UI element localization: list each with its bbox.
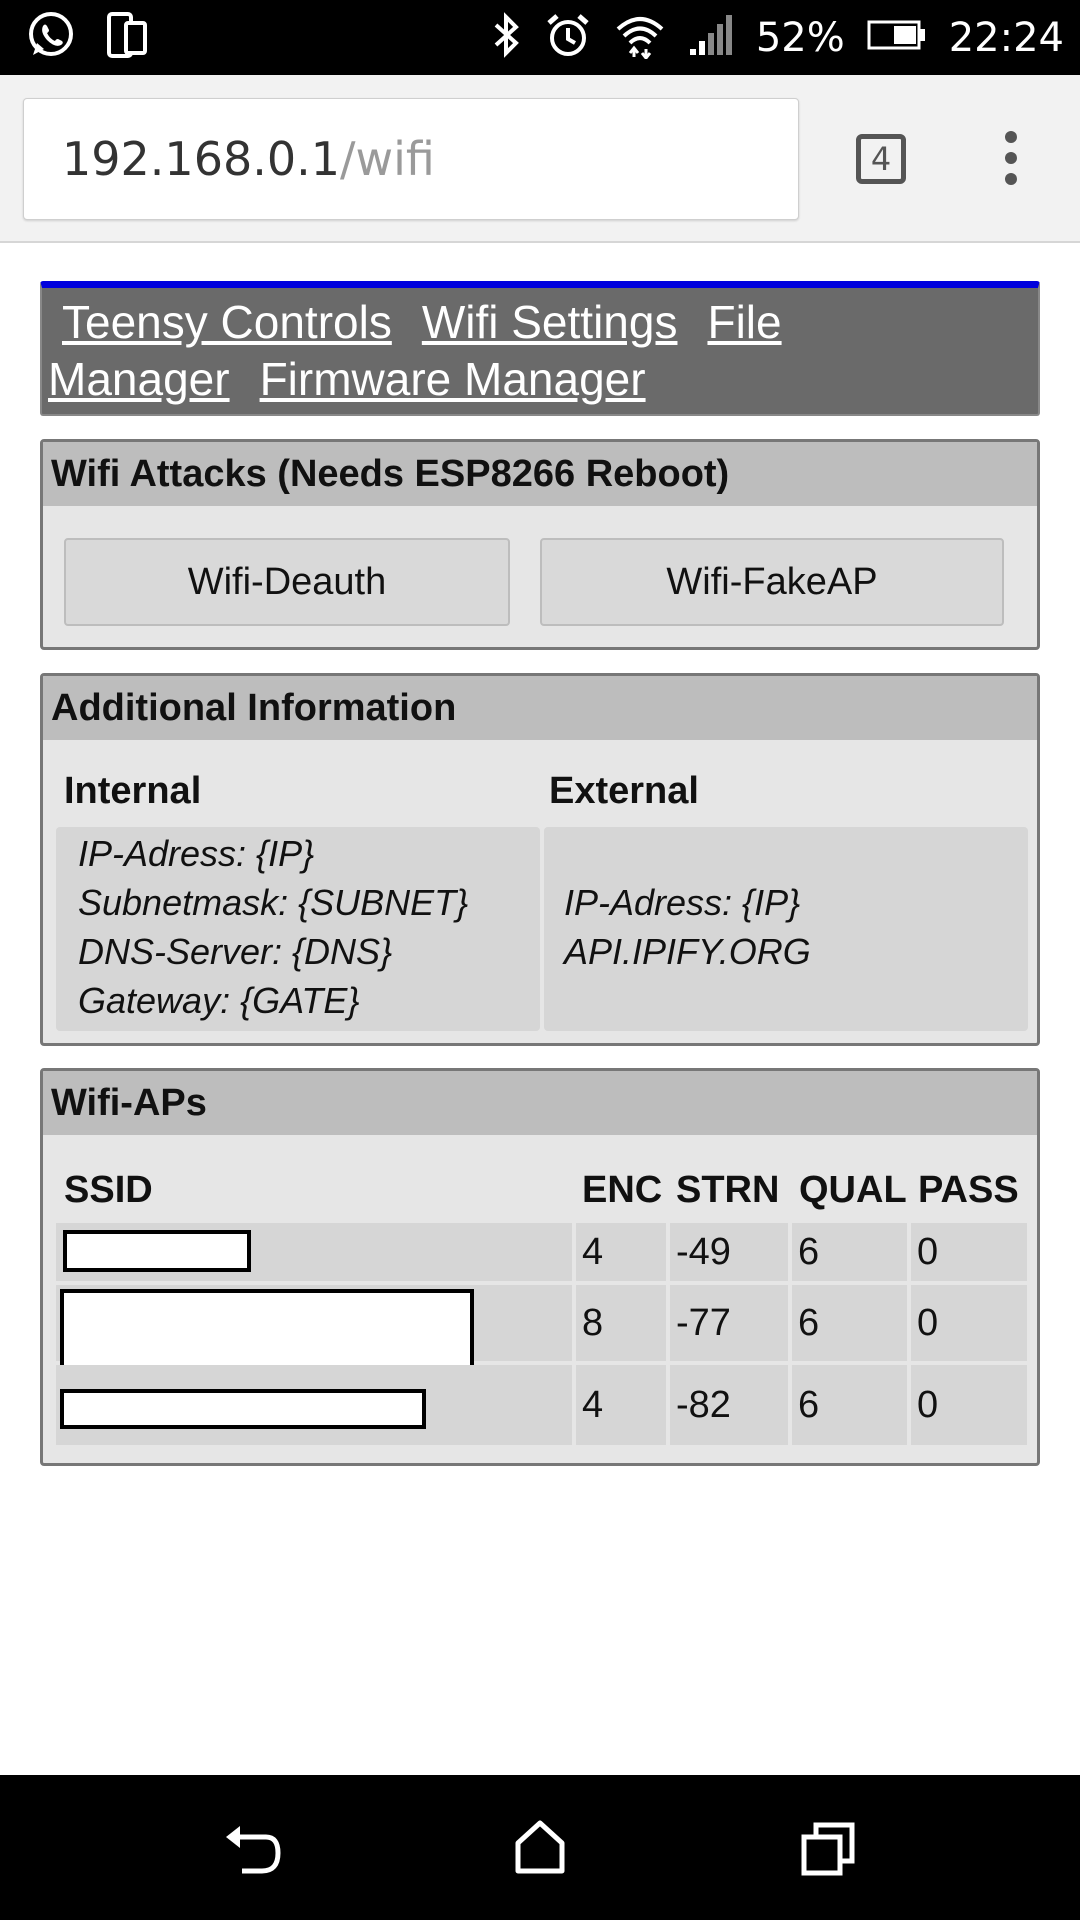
signal-icon xyxy=(688,13,734,62)
panel-title: Additional Information xyxy=(43,676,1037,740)
col-pass: PASS xyxy=(918,1169,1019,1211)
wifi-aps-panel: Wifi-APs SSID ENC STRN QUAL PASS 4 -49 6… xyxy=(40,1068,1040,1466)
wifi-deauth-button[interactable]: Wifi-Deauth xyxy=(64,538,510,626)
status-bar: 52% 22:24 xyxy=(0,0,1080,75)
table-cell-enc: 4 xyxy=(576,1223,666,1281)
external-ip: IP-Adress: {IP} xyxy=(564,882,801,923)
external-heading: External xyxy=(549,770,699,812)
additional-info-panel: Additional Information Internal External… xyxy=(40,673,1040,1046)
table-row-ssid xyxy=(56,1223,572,1281)
table-cell-qual: 6 xyxy=(792,1285,907,1361)
tab-switcher-button[interactable]: 4 xyxy=(856,134,906,184)
overflow-menu-icon[interactable] xyxy=(996,131,1026,191)
nav-link-teensy-controls[interactable]: Teensy Controls xyxy=(62,296,392,348)
redacted-ssid xyxy=(63,1230,251,1272)
table-cell-qual: 6 xyxy=(792,1365,907,1445)
table-cell-enc: 8 xyxy=(576,1285,666,1361)
internal-dns: DNS-Server: {DNS} xyxy=(78,931,393,972)
internal-info-box: IP-Adress: {IP} Subnetmask: {SUBNET} DNS… xyxy=(56,827,540,1031)
table-cell-pass: 0 xyxy=(911,1285,1027,1361)
top-nav-menu: Teensy Controls Wifi Settings File Manager… xyxy=(40,281,1040,416)
nav-link-firmware-manager[interactable]: Firmware Manager xyxy=(260,353,646,405)
address-bar[interactable]: 192.168.0.1/wifi xyxy=(23,98,799,220)
table-cell-pass: 0 xyxy=(911,1365,1027,1445)
clock-time: 22:24 xyxy=(948,14,1064,61)
wifi-icon xyxy=(614,11,666,64)
phone-tablet-icon xyxy=(106,11,148,64)
nav-link-wifi-settings[interactable]: Wifi Settings xyxy=(422,296,678,348)
wifi-fakeap-button[interactable]: Wifi-FakeAP xyxy=(540,538,1004,626)
alarm-clock-icon xyxy=(544,11,592,64)
col-ssid: SSID xyxy=(64,1169,153,1211)
back-icon[interactable] xyxy=(222,1823,282,1882)
col-enc: ENC xyxy=(582,1169,663,1211)
battery-icon xyxy=(867,19,927,56)
internal-heading: Internal xyxy=(64,770,202,812)
bluetooth-icon xyxy=(492,11,522,64)
home-icon[interactable] xyxy=(514,1819,566,1880)
battery-percent: 52% xyxy=(755,14,845,61)
table-row-ssid xyxy=(56,1285,572,1375)
url-host: 192.168.0.1 xyxy=(62,132,340,186)
whatsapp-icon xyxy=(24,9,76,66)
panel-title: Wifi Attacks (Needs ESP8266 Reboot) xyxy=(43,442,1037,506)
internal-ip: IP-Adress: {IP} xyxy=(78,833,315,874)
url-path: /wifi xyxy=(340,132,435,186)
table-cell-strn: -77 xyxy=(670,1285,788,1361)
table-cell-strn: -82 xyxy=(670,1365,788,1445)
external-api: API.IPIFY.ORG xyxy=(564,931,811,972)
table-cell-qual: 6 xyxy=(792,1223,907,1281)
system-nav-bar xyxy=(0,1775,1080,1920)
browser-toolbar: 192.168.0.1/wifi 4 xyxy=(0,75,1080,243)
redacted-ssid xyxy=(60,1289,474,1375)
table-row-ssid xyxy=(56,1365,572,1445)
internal-gateway: Gateway: {GATE} xyxy=(78,980,360,1021)
external-info-box: IP-Adress: {IP} API.IPIFY.ORG xyxy=(544,827,1028,1031)
panel-title: Wifi-APs xyxy=(43,1071,1037,1135)
col-strn: STRN xyxy=(676,1169,780,1211)
wifi-attacks-panel: Wifi Attacks (Needs ESP8266 Reboot) Wifi… xyxy=(40,439,1040,650)
table-cell-strn: -49 xyxy=(670,1223,788,1281)
recents-icon[interactable] xyxy=(800,1821,856,1882)
table-cell-pass: 0 xyxy=(911,1223,1027,1281)
col-qual: QUAL xyxy=(799,1169,907,1211)
table-cell-enc: 4 xyxy=(576,1365,666,1445)
redacted-ssid xyxy=(60,1389,426,1429)
internal-subnet: Subnetmask: {SUBNET} xyxy=(78,882,469,923)
